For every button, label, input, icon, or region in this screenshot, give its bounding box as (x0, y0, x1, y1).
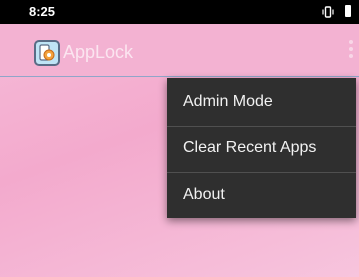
applock-logo-icon (34, 40, 60, 66)
menu-item-about[interactable]: About (167, 175, 356, 215)
overflow-menu: Admin Mode Clear Recent Apps About (167, 78, 356, 218)
app-title: AppLock (63, 42, 134, 62)
status-time: 8:25 (29, 4, 56, 19)
status-bar: 8:25 (0, 0, 359, 24)
more-vertical-icon[interactable] (348, 40, 354, 62)
app-bar: AppLock (0, 24, 359, 77)
menu-item-clear-recent-apps[interactable]: Clear Recent Apps (167, 128, 356, 168)
menu-divider (167, 126, 356, 127)
menu-item-admin-mode[interactable]: Admin Mode (167, 82, 356, 122)
menu-divider (167, 172, 356, 173)
vibrate-icon (322, 6, 334, 18)
battery-icon (345, 5, 351, 17)
